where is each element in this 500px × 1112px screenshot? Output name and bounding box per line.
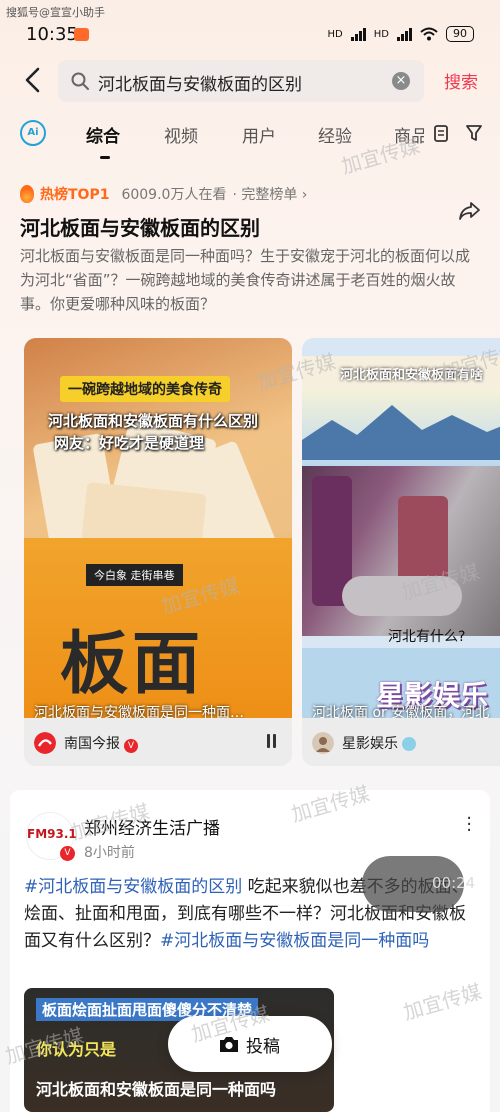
author-avatar <box>312 732 334 754</box>
share-icon[interactable] <box>458 200 482 222</box>
video-overlay-line1: 河北板面和安徽板面有什么区别 <box>48 412 259 430</box>
camera-icon <box>220 1037 238 1052</box>
status-icons: HD HD 90 <box>328 26 474 42</box>
topic-title: 河北板面与安徽板面的区别 <box>20 216 260 240</box>
status-bar: 10:35 HD HD 90 <box>0 20 500 50</box>
post-submit-button[interactable]: 投稿 <box>168 1016 332 1072</box>
timer-text: 00:24 <box>432 874 476 892</box>
tab-video[interactable]: 视频 <box>164 122 198 147</box>
hot-rank-row[interactable]: 热榜TOP1 6009.0万人在看 · 完整榜单 › <box>20 184 307 204</box>
source-watermark: 搜狐号@宣宣小助手 <box>6 6 105 19</box>
author-name: 星影娱乐 <box>342 733 416 753</box>
flame-icon <box>20 185 34 203</box>
tab-experience[interactable]: 经验 <box>318 122 352 147</box>
author-name: 南国今报 V <box>64 733 138 753</box>
post-submit-label: 投稿 <box>246 1037 280 1057</box>
hot-rank-label: 热榜TOP1 <box>40 187 110 203</box>
tab-comprehensive[interactable]: 综合 <box>86 122 120 147</box>
cup-title: 板面 <box>60 625 205 704</box>
clock: 10:35 <box>26 24 78 45</box>
hd-label-1: HD <box>327 28 343 40</box>
tab-products[interactable]: 商品 <box>394 122 424 147</box>
video-overlay-header: 河北板面和安徽板面有啥 <box>340 368 484 383</box>
card-footer: 南国今报 V <box>24 718 292 766</box>
video-card[interactable]: 今白象 走街串巷 板面 一碗跨越地域的美食传奇 河北板面和安徽板面有什么区别 网… <box>24 338 292 766</box>
post-time: 8小时前 <box>84 845 135 861</box>
full-rank-link[interactable]: · 完整榜单 › <box>232 184 307 204</box>
battery-icon: 90 <box>446 26 474 42</box>
wifi-icon <box>420 27 438 41</box>
ai-icon[interactable]: Ai <box>20 120 46 146</box>
more-options-icon[interactable]: · · · <box>466 810 472 840</box>
signal-icon-1 <box>350 27 366 41</box>
video-card[interactable]: 河北有什么? 星影娱乐 河北板面和安徽板面有啥 河北板面 or 安徽板面，河北 … <box>302 338 500 766</box>
search-query: 河北板面与安徽板面的区别 <box>98 75 302 95</box>
verified-badge-icon: V <box>60 846 75 861</box>
hot-view-count: 6009.0万人在看 <box>121 187 227 203</box>
post-author[interactable]: 郑州经济生活广播 <box>84 814 220 839</box>
back-arrow-icon[interactable] <box>22 66 46 94</box>
hashtag-link[interactable]: #河北板面与安徽板面的区别 <box>24 877 242 897</box>
search-icon <box>71 72 89 90</box>
post-image-line2: 你认为只是 <box>36 1040 117 1059</box>
video-overlay-line2: 网友：好吃才是硬道理 <box>54 434 205 452</box>
signal-icon-2 <box>397 27 412 41</box>
tab-active-indicator <box>100 156 110 159</box>
clear-icon[interactable]: × <box>392 72 410 90</box>
cup-brand: 今白象 走街串巷 <box>86 564 183 586</box>
hashtag-link[interactable]: #河北板面与安徽板面是同一种面吗 <box>160 931 429 951</box>
post-image-line3: 河北板面和安徽板面是同一种面吗 <box>36 1080 277 1099</box>
verified-badge-icon: V <box>124 739 138 753</box>
card-footer: 星影娱乐 <box>302 718 500 766</box>
video-banner: 一碗跨越地域的美食传奇 <box>60 376 230 402</box>
tab-users[interactable]: 用户 <box>242 122 276 147</box>
tab-bar: Ai 综合 视频 用户 经验 商品 <box>0 118 500 162</box>
verified-badge-icon <box>402 737 416 751</box>
topic-description: 河北板面与安徽板面是同一种面吗？生于安徽宠于河北的板面何以成为河北“省面”？一碗… <box>20 247 471 313</box>
video-thumbnail: 河北有什么? 星影娱乐 <box>302 338 500 718</box>
clipboard-icon[interactable] <box>434 124 448 142</box>
video-photo <box>302 466 500 636</box>
video-carousel: 今白象 走街串巷 板面 一碗跨越地域的美食传奇 河北板面和安徽板面有什么区别 网… <box>0 338 500 766</box>
search-bar: 河北板面与安徽板面的区别 × 搜索 <box>0 58 500 104</box>
pause-icon[interactable] <box>267 734 276 748</box>
notification-app-icon <box>74 28 89 41</box>
hd-label-2: HD <box>373 28 389 40</box>
search-button[interactable]: 搜索 <box>444 68 478 93</box>
video-question: 河北有什么? <box>388 629 466 645</box>
tab-tools <box>434 124 482 142</box>
search-input[interactable]: 河北板面与安徽板面的区别 × <box>58 60 424 102</box>
mountain-graphic <box>302 405 500 460</box>
author-avatar <box>34 732 56 754</box>
filter-icon[interactable] <box>466 124 482 142</box>
